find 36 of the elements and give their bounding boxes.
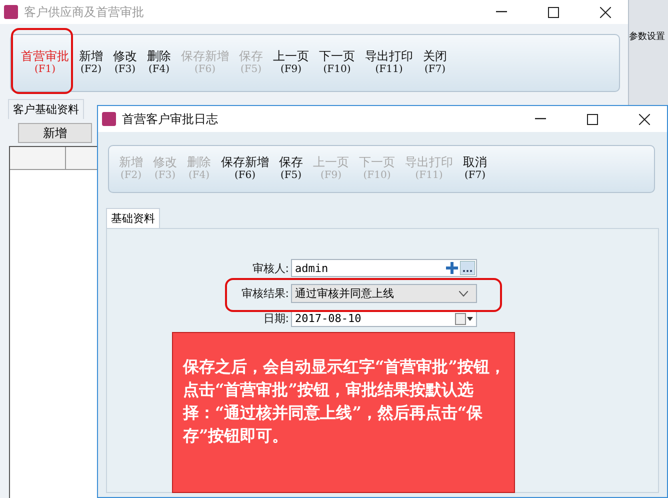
maximize-icon[interactable] xyxy=(548,6,558,18)
callout-text: 保存之后，会自动显示红字“首营审批”按钮，点击“首营审批”按钮，审批结果按默认选择：“通过核并同意上线”，然后再点击“保存”按钮即可。 xyxy=(183,356,506,447)
highlight-frame xyxy=(11,28,73,94)
tab[interactable]: 客户基础资料 xyxy=(8,99,84,119)
toolbar-button[interactable]: 上一页 (F9) xyxy=(269,50,313,76)
ellipsis-icon[interactable] xyxy=(460,261,475,275)
toolbar-button[interactable]: 新增 (F2) xyxy=(75,50,107,76)
app-icon xyxy=(4,5,18,19)
toolbar-button[interactable]: 导出打印 (F11) xyxy=(361,50,417,76)
calendar-icon[interactable] xyxy=(455,312,473,324)
toolbar-button[interactable]: 取消 (F7) xyxy=(459,156,491,182)
toolbar-button[interactable]: 首营审批 (F1) xyxy=(17,50,73,76)
window-title: 首营客户审批日志 xyxy=(122,110,219,128)
tab[interactable]: 基础资料 xyxy=(106,208,160,228)
add-button[interactable]: 新增 xyxy=(18,123,92,143)
field-label: 审核结果: xyxy=(240,286,289,301)
maximize-icon[interactable] xyxy=(586,114,598,124)
dropdown[interactable]: 通过审核并同意上线 xyxy=(291,284,477,303)
minimize-icon[interactable] xyxy=(496,11,506,13)
toolbar-button[interactable]: 保存新增 (F6) xyxy=(217,156,273,182)
minimize-icon[interactable] xyxy=(534,118,546,120)
app-icon xyxy=(102,112,116,126)
close-icon[interactable] xyxy=(600,6,610,18)
field-label: 日期: xyxy=(262,311,289,326)
toolbar-button[interactable]: 下一页 (F10) xyxy=(315,50,359,76)
toolbar-button[interactable]: 关闭 (F7) xyxy=(419,50,451,76)
input-field[interactable]: admin xyxy=(291,259,477,277)
toolbar-button[interactable]: 修改 (F3) xyxy=(109,50,141,76)
field-label: 审核人: xyxy=(251,260,289,276)
toolbar-button[interactable]: 删除 (F4) xyxy=(143,50,175,76)
window-title: 客户供应商及首营审批 xyxy=(24,4,145,20)
chevron-down-icon xyxy=(459,290,468,296)
plus-icon[interactable] xyxy=(446,262,458,274)
toolbar-button[interactable]: 保存 (F5) xyxy=(275,156,307,182)
menu-item[interactable]: 参数设置 xyxy=(629,30,665,43)
close-icon[interactable] xyxy=(638,114,650,124)
